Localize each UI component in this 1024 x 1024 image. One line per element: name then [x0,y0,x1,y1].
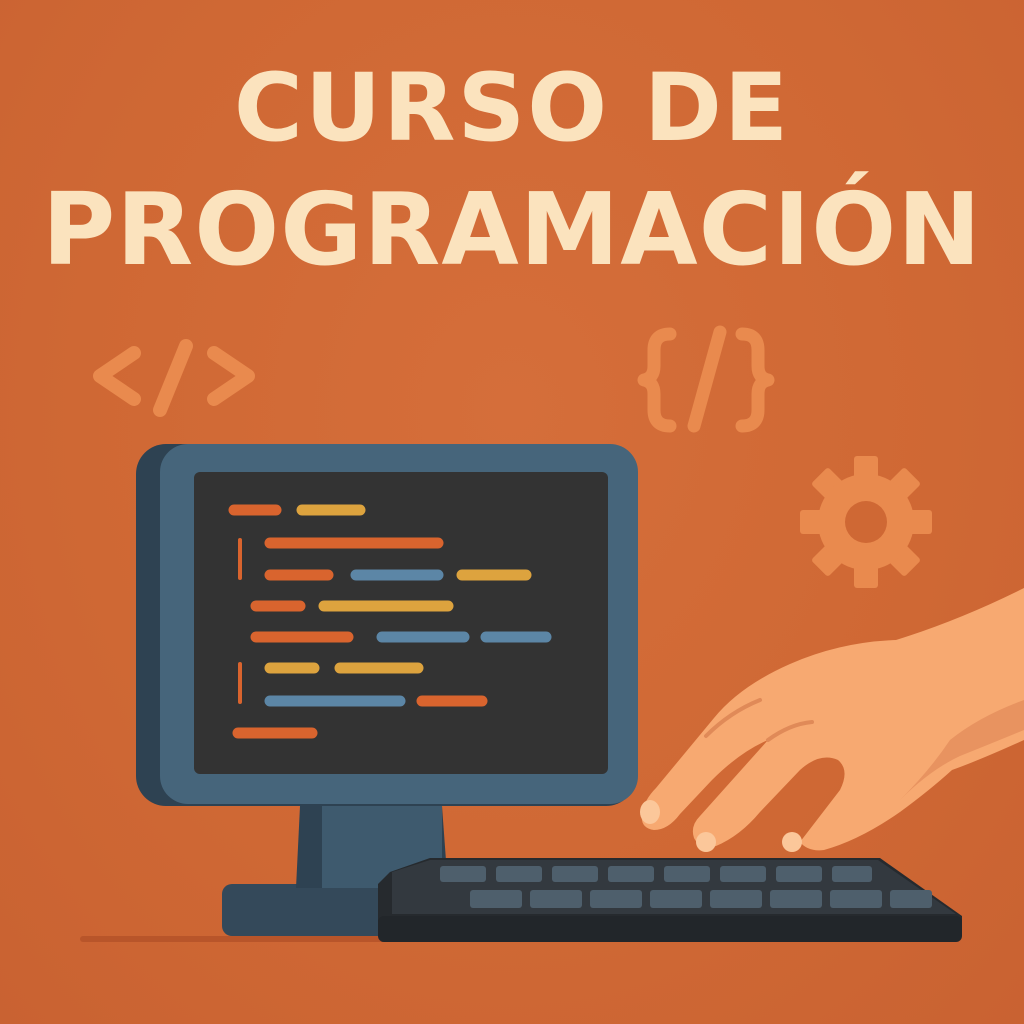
gear-icon [800,456,932,588]
code-tag-icon [93,339,255,417]
keyboard [378,858,962,942]
braces-icon [637,325,775,433]
hand [640,588,1024,852]
illustration [80,325,1024,942]
poster-background: CURSO DE PROGRAMACIÓN [0,0,1024,1024]
